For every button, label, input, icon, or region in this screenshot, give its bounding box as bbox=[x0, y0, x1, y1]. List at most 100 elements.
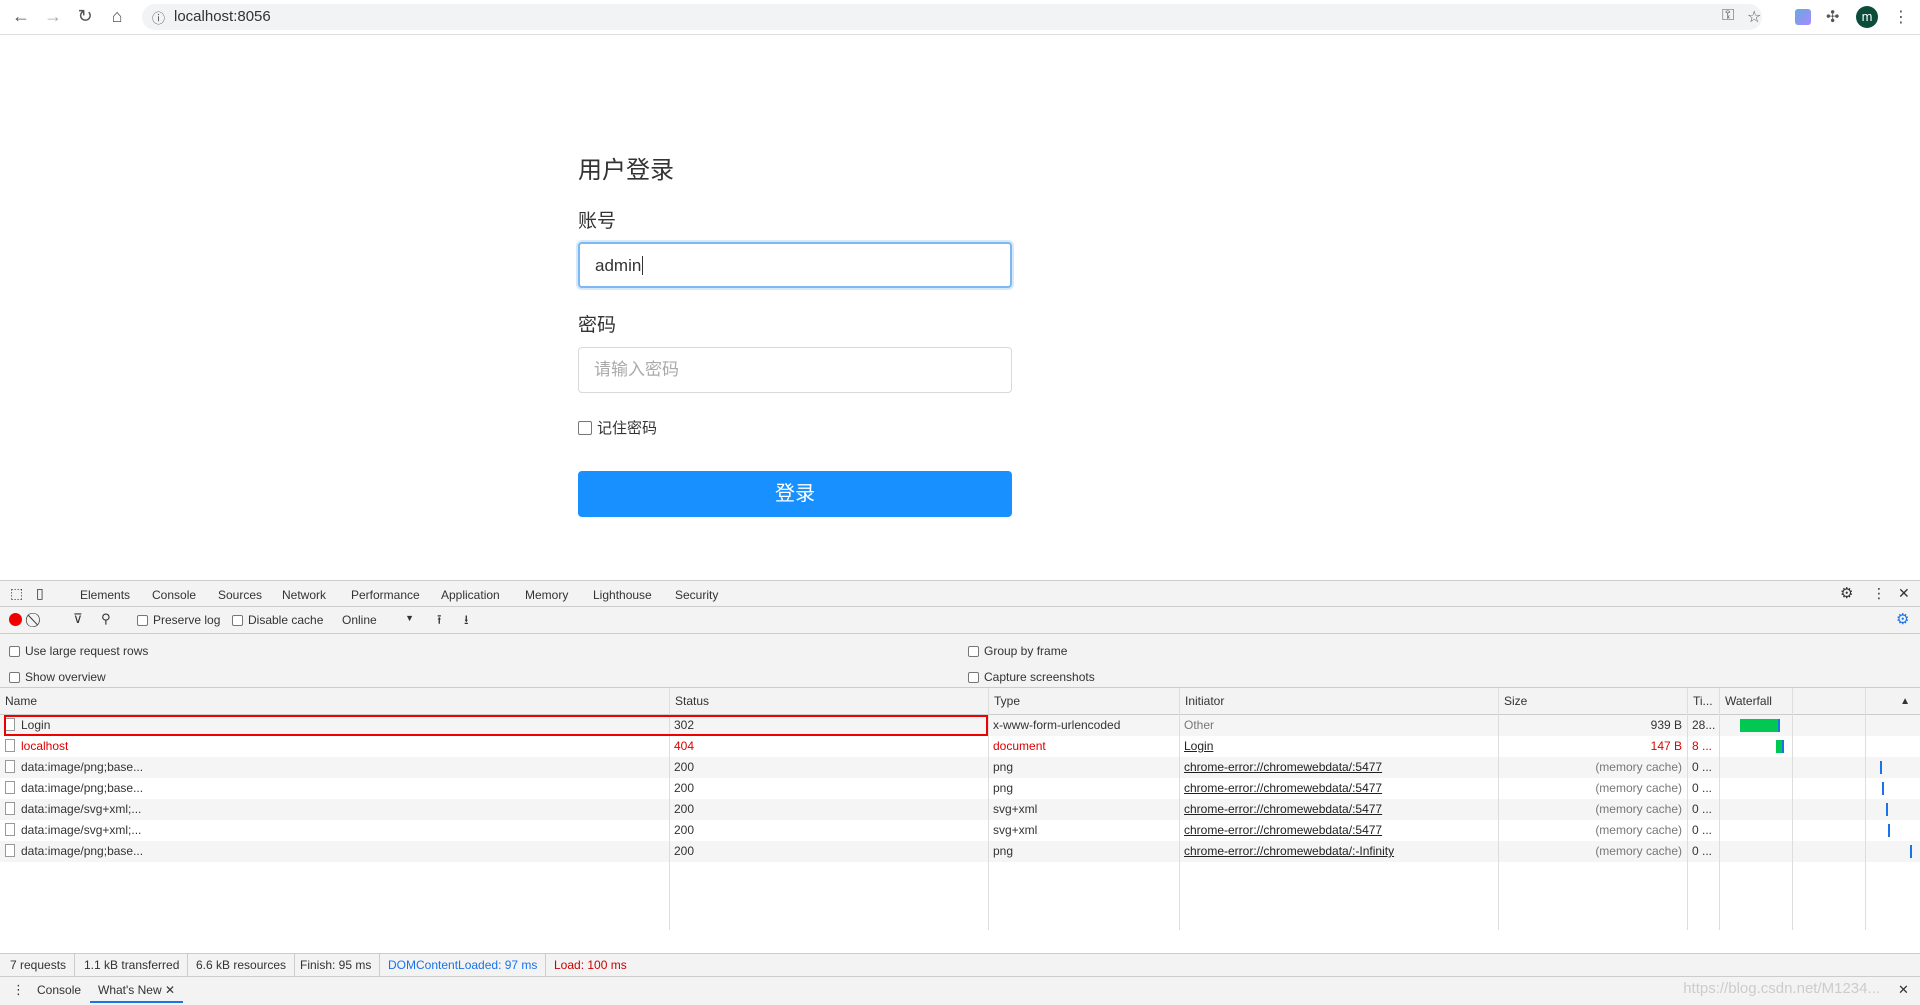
cell-time: 8 ... bbox=[1692, 739, 1713, 753]
drawer-tab-whats-new[interactable]: What's New ✕ bbox=[90, 977, 184, 1003]
summary-transferred: 1.1 kB transferred bbox=[76, 954, 189, 976]
account-input[interactable]: admin bbox=[578, 242, 1012, 288]
tab-sources[interactable]: Sources bbox=[218, 588, 262, 602]
home-icon[interactable]: ⌂ bbox=[105, 6, 129, 27]
extension-app-icon[interactable] bbox=[1795, 9, 1811, 25]
cell-initiator[interactable]: chrome-error://chromewebdata/:5477 bbox=[1179, 757, 1498, 778]
drawer-menu-icon[interactable]: ⋮ bbox=[12, 977, 25, 1003]
drawer-close-icon[interactable]: ✕ bbox=[1898, 977, 1909, 1003]
cell-name: Login bbox=[0, 715, 669, 736]
star-icon[interactable]: ☆ bbox=[1747, 7, 1761, 27]
cell-initiator[interactable]: chrome-error://chromewebdata/:5477 bbox=[1179, 799, 1498, 820]
disable-cache-checkbox[interactable]: Disable cache bbox=[232, 613, 323, 627]
summary-dcl: DOMContentLoaded: 97 ms bbox=[380, 954, 547, 976]
table-row[interactable]: data:image/png;base... 200 png chrome-error… bbox=[0, 778, 1920, 799]
inspect-icon[interactable]: ⬚ bbox=[10, 585, 23, 602]
cell-size: (memory cache) bbox=[1595, 760, 1682, 774]
network-settings-icon[interactable]: ⚙ bbox=[1896, 610, 1909, 628]
summary-finish: Finish: 95 ms bbox=[292, 954, 381, 976]
table-row[interactable]: data:image/png;base... 200 png chrome-error… bbox=[0, 757, 1920, 778]
col-waterfall[interactable]: Waterfall ▲ bbox=[1719, 688, 1920, 715]
password-label: 密码 bbox=[578, 315, 617, 336]
file-icon bbox=[5, 739, 15, 752]
export-icon[interactable]: ⭳ bbox=[464, 611, 469, 633]
filter-icon[interactable]: ⊽ bbox=[73, 611, 83, 627]
cell-initiator[interactable]: chrome-error://chromewebdata/:5477 bbox=[1179, 820, 1498, 841]
group-by-frame-checkbox[interactable]: Group by frame bbox=[968, 644, 1067, 658]
close-icon[interactable]: ✕ bbox=[1898, 585, 1910, 602]
cell-initiator[interactable]: chrome-error://chromewebdata/:-Infinity bbox=[1179, 841, 1498, 862]
tab-memory[interactable]: Memory bbox=[525, 588, 568, 602]
cell-status: 200 bbox=[674, 844, 695, 858]
cell-size: 939 B bbox=[1650, 718, 1682, 732]
show-overview-checkbox[interactable]: Show overview bbox=[9, 670, 106, 684]
cell-status: 200 bbox=[674, 760, 695, 774]
drawer-tab-console[interactable]: Console bbox=[37, 977, 81, 1003]
table-row[interactable]: data:image/svg+xml;... 200 svg+xml chrome-e… bbox=[0, 820, 1920, 841]
tab-console[interactable]: Console bbox=[152, 588, 196, 602]
file-icon bbox=[5, 802, 15, 815]
avatar[interactable]: m bbox=[1856, 6, 1878, 28]
table-row[interactable]: data:image/png;base... 200 png chrome-error… bbox=[0, 841, 1920, 862]
tab-elements[interactable]: Elements bbox=[80, 588, 130, 602]
cell-time: 0 ... bbox=[1692, 844, 1713, 858]
cell-initiator[interactable]: chrome-error://chromewebdata/:5477 bbox=[1179, 778, 1498, 799]
file-icon bbox=[5, 844, 15, 857]
tab-application[interactable]: Application bbox=[441, 588, 500, 602]
info-icon[interactable]: ⓘ bbox=[152, 8, 165, 27]
tab-performance[interactable]: Performance bbox=[351, 588, 420, 602]
table-row[interactable]: data:image/svg+xml;... 200 svg+xml chrome-e… bbox=[0, 799, 1920, 820]
puzzle-icon[interactable]: ✣ bbox=[1826, 7, 1839, 27]
waterfall-bar bbox=[1880, 761, 1882, 774]
key-icon[interactable]: ⚿ bbox=[1722, 7, 1734, 25]
cell-type: svg+xml bbox=[993, 823, 1038, 837]
cell-time: 0 ... bbox=[1692, 760, 1713, 774]
col-type[interactable]: Type bbox=[988, 688, 1020, 715]
cell-time: 0 ... bbox=[1692, 823, 1713, 837]
cell-type: png bbox=[993, 844, 1014, 858]
cell-type: svg+xml bbox=[993, 802, 1038, 816]
col-size[interactable]: Size bbox=[1498, 688, 1527, 715]
table-row[interactable]: localhost 404 document Login 147 B 8 ... bbox=[0, 736, 1920, 757]
tab-network[interactable]: Network bbox=[282, 588, 327, 609]
preserve-log-checkbox[interactable]: Preserve log bbox=[137, 613, 220, 627]
menu-icon[interactable]: ⋮ bbox=[1893, 7, 1909, 27]
device-toggle-icon[interactable]: ▯ bbox=[36, 585, 44, 602]
cell-size: 147 B bbox=[1650, 739, 1682, 753]
col-name[interactable]: Name bbox=[0, 688, 37, 715]
file-icon bbox=[5, 760, 15, 773]
large-rows-checkbox[interactable]: Use large request rows bbox=[9, 644, 148, 658]
table-header: Name Status Type Initiator Size Ti... Wa… bbox=[0, 688, 1920, 715]
password-input[interactable]: 请输入密码 bbox=[578, 347, 1012, 393]
tab-security[interactable]: Security bbox=[675, 588, 718, 602]
forward-icon[interactable]: → bbox=[41, 6, 65, 27]
cell-initiator: Other bbox=[1184, 718, 1215, 732]
back-icon[interactable]: ← bbox=[9, 6, 33, 27]
col-status[interactable]: Status bbox=[669, 688, 709, 715]
col-time[interactable]: Ti... bbox=[1687, 688, 1713, 715]
waterfall-bar bbox=[1882, 782, 1884, 795]
login-button[interactable]: 登录 bbox=[578, 471, 1012, 517]
cell-status: 200 bbox=[674, 802, 695, 816]
more-icon[interactable]: ⋮ bbox=[1872, 585, 1886, 602]
close-tab-icon[interactable]: ✕ bbox=[165, 983, 175, 997]
capture-screenshots-checkbox[interactable]: Capture screenshots bbox=[968, 670, 1095, 684]
table-row[interactable]: Login 302 x-www-form-urlencoded Other 939 B 2… bbox=[0, 715, 1920, 736]
waterfall-bar bbox=[1776, 740, 1784, 753]
throttle-select[interactable]: Online ▼ bbox=[342, 613, 414, 627]
tab-lighthouse[interactable]: Lighthouse bbox=[593, 588, 652, 602]
network-toolbar: ⃠ ⊽ ⚲ Preserve log Disable cache Online▼… bbox=[0, 607, 1920, 634]
reload-icon[interactable]: ↻ bbox=[73, 6, 97, 27]
col-initiator[interactable]: Initiator bbox=[1179, 688, 1224, 715]
record-icon[interactable] bbox=[9, 613, 22, 626]
remember-checkbox[interactable]: 记住密码 bbox=[578, 417, 657, 438]
devtools-panel: ⬚ ▯ Elements Console Sources Network Per… bbox=[0, 580, 1920, 1005]
cell-initiator[interactable]: Login bbox=[1179, 736, 1498, 757]
page-title: 用户登录 bbox=[578, 157, 674, 184]
address-bar[interactable]: ⓘ localhost:8056 ⚿ ☆ bbox=[142, 4, 1762, 30]
gear-icon[interactable]: ⚙ bbox=[1840, 584, 1853, 602]
cell-status: 200 bbox=[674, 781, 695, 795]
account-label: 账号 bbox=[578, 211, 617, 232]
import-icon[interactable]: ⭱ bbox=[437, 611, 442, 633]
search-icon[interactable]: ⚲ bbox=[101, 611, 111, 627]
